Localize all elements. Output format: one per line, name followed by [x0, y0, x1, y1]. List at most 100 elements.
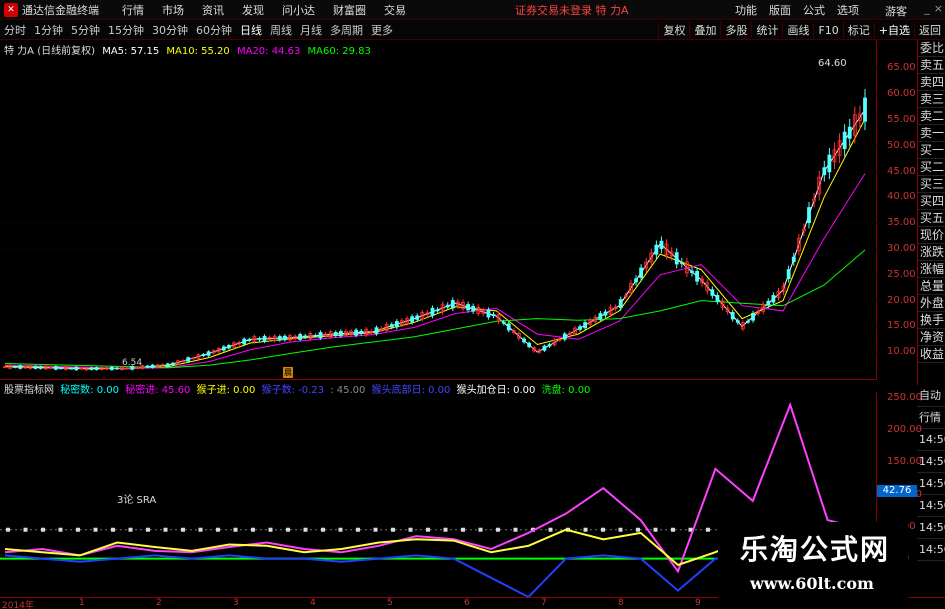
indicator-tick-0: 250.00: [887, 392, 922, 404]
date-tick-8: 8: [618, 598, 624, 608]
event-marker[interactable]: 晨: [283, 367, 293, 378]
menu-gongneng[interactable]: 功能: [729, 2, 763, 18]
current-indicator-value: 42.76: [877, 485, 917, 497]
threshold-dot: [163, 527, 168, 532]
tool-duogu[interactable]: 多股: [720, 22, 751, 38]
sidebar-field-17: 净资: [918, 330, 945, 346]
threshold-dot: [181, 527, 185, 532]
candle-body: [247, 339, 252, 341]
sidebar-field-9: 买四: [918, 194, 945, 210]
tool-biaoji[interactable]: 标记: [842, 22, 874, 38]
candle-body: [679, 261, 684, 264]
candle-body: [359, 330, 364, 334]
price-tick-4: 45.00: [887, 165, 916, 177]
candle-body: [186, 357, 191, 362]
period-1min[interactable]: 1分钟: [30, 22, 67, 38]
guest-label[interactable]: 游客: [885, 3, 907, 19]
period-daily[interactable]: 日线: [236, 22, 266, 38]
watermark: 乐淘公式网 www.60lt.com: [718, 522, 908, 602]
candle-body: [450, 300, 455, 309]
candle-body: [282, 335, 287, 341]
sidebar-field-15: 外盘: [918, 296, 945, 312]
close-icon[interactable]: ×: [934, 2, 943, 15]
candle-body: [654, 244, 659, 255]
tool-back[interactable]: 返回: [914, 22, 945, 38]
tool-fuquan[interactable]: 复权: [658, 22, 689, 38]
menu-shichang[interactable]: 市场: [153, 2, 193, 18]
price-tick-11: 10.00: [887, 346, 916, 358]
candle-body: [374, 327, 379, 334]
date-tick-9: 9: [695, 598, 701, 608]
sidebar-field-6: 买一: [918, 143, 945, 159]
threshold-dot: [391, 527, 395, 532]
period-5min[interactable]: 5分钟: [67, 22, 104, 38]
sidebar-field-4: 卖二: [918, 109, 945, 125]
candle-body: [674, 252, 679, 265]
tool-tongji[interactable]: 统计: [751, 22, 782, 38]
candle-body: [221, 346, 226, 351]
candle-body: [33, 365, 38, 369]
tool-diejia[interactable]: 叠加: [689, 22, 720, 38]
menu-caifuquan[interactable]: 财富圈: [324, 2, 375, 18]
menu-banmian[interactable]: 版面: [763, 2, 797, 18]
threshold-dot: [58, 527, 63, 532]
sidebar-field-7: 买二: [918, 160, 945, 176]
candle-body: [74, 366, 79, 371]
candle-body: [171, 362, 175, 365]
menu-hangqing[interactable]: 行情: [113, 2, 153, 18]
tool-huaxian[interactable]: 画线: [782, 22, 813, 38]
threshold-dot: [443, 527, 448, 532]
candle-body: [730, 311, 735, 320]
price-tick-10: 15.00: [887, 320, 916, 332]
watermark-title: 乐淘公式网: [740, 533, 891, 566]
candle-body: [435, 309, 440, 312]
watermark-url: www.60lt.com: [750, 574, 874, 593]
period-fenshi[interactable]: 分时: [0, 22, 30, 38]
candle-body: [542, 345, 547, 351]
candle-body: [354, 329, 359, 336]
app-logo-icon: ✕: [4, 2, 18, 17]
main-candle-chart[interactable]: [0, 58, 877, 378]
threshold-dot: [41, 527, 45, 532]
candle-body: [18, 365, 23, 369]
period-monthly[interactable]: 月线: [296, 22, 326, 38]
candle-body: [445, 304, 450, 308]
login-warning[interactable]: 证券交易未登录 特 力A: [515, 2, 629, 18]
menu-wenxiaoda[interactable]: 问小达: [273, 2, 324, 18]
tool-add-watchlist[interactable]: +自选: [873, 22, 914, 38]
sra-label: 3论 SRA: [117, 495, 157, 506]
threshold-dot: [426, 527, 430, 532]
ma-line-ma10: [4, 118, 866, 370]
candle-body: [659, 240, 664, 249]
window-controls: _ ×: [924, 2, 943, 15]
threshold-dot: [461, 527, 465, 532]
candle-body: [94, 367, 99, 371]
candle-body: [807, 207, 811, 224]
candle-body: [598, 313, 603, 320]
menu-gongshi[interactable]: 公式: [797, 2, 831, 18]
period-more[interactable]: 更多: [367, 22, 397, 38]
low-price-label: 6.54: [122, 358, 143, 368]
candle-body: [827, 154, 832, 173]
sidebar-field-5: 卖一: [918, 126, 945, 142]
date-tick-6: 6: [464, 598, 470, 608]
threshold-dot: [601, 527, 605, 532]
candle-body: [165, 363, 170, 367]
sidebar-bottom-item-6: 14:50: [917, 517, 945, 539]
period-multi[interactable]: 多周期: [326, 22, 367, 38]
price-tick-2: 55.00: [887, 113, 916, 125]
minimize-icon[interactable]: _: [924, 2, 930, 15]
menu-xuanxiang[interactable]: 选项: [831, 2, 865, 18]
menu-jiaoyi[interactable]: 交易: [375, 2, 415, 18]
menu-faxian[interactable]: 发现: [233, 2, 273, 18]
candle-body: [766, 300, 771, 306]
period-60min[interactable]: 60分钟: [192, 22, 236, 38]
threshold-dot: [321, 527, 325, 532]
period-30min[interactable]: 30分钟: [148, 22, 192, 38]
menu-zixun[interactable]: 资讯: [193, 2, 233, 18]
tool-f10[interactable]: F10: [813, 23, 842, 37]
period-weekly[interactable]: 周线: [266, 22, 296, 38]
candle-body: [746, 320, 750, 323]
threshold-dot: [513, 527, 518, 532]
period-15min[interactable]: 15分钟: [104, 22, 148, 38]
